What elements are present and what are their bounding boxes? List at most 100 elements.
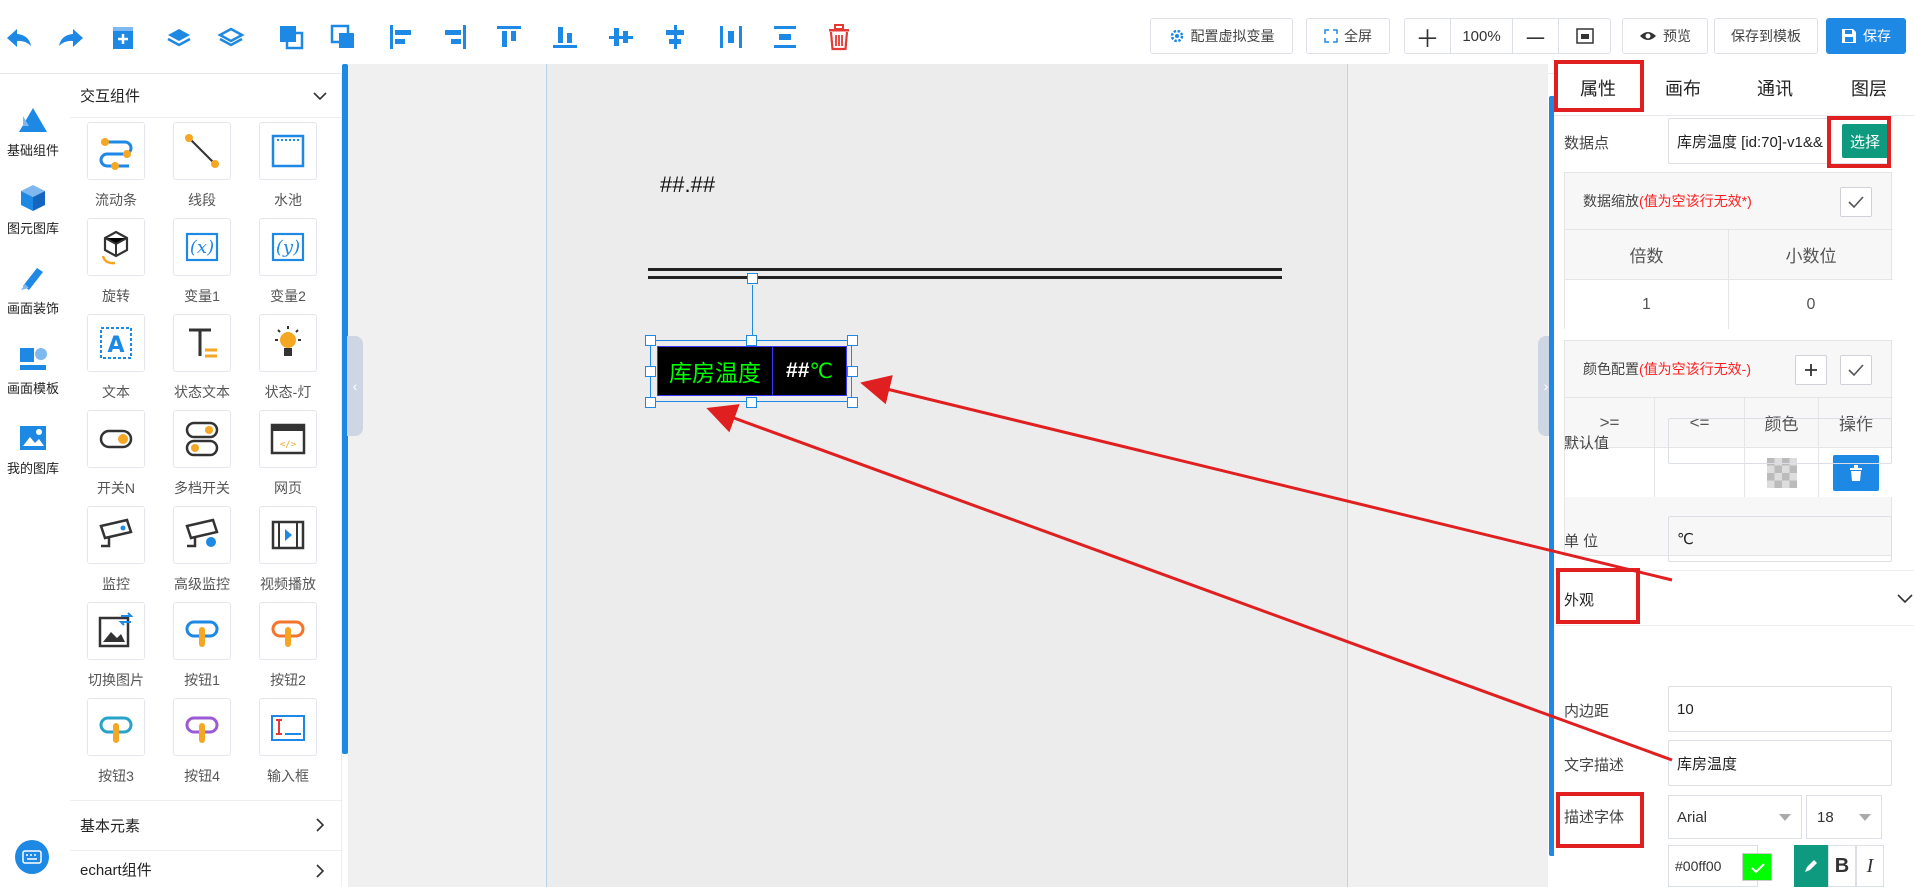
component-text[interactable]: A 文本 (73, 314, 159, 408)
component-multi-switch[interactable]: 多档开关 (159, 410, 245, 504)
fullscreen-button[interactable]: 全屏 (1306, 18, 1390, 54)
component-label: 水池 (274, 192, 302, 208)
decimals-cell[interactable]: 0 (1729, 279, 1893, 329)
resize-handle-bottom-left[interactable] (645, 397, 656, 408)
chevron-left-icon: ‹ (352, 378, 358, 394)
component-switch-image[interactable]: 切换图片 (73, 602, 159, 696)
scaling-confirm-button[interactable] (1840, 187, 1872, 217)
component-status-text[interactable]: 状态文本 (159, 314, 245, 408)
component-panel: 交互组件 流动条 线段 水池 旋转 (x) 变量1 (y) 变量2 A 文本 状… (70, 74, 342, 887)
align-top-icon[interactable] (492, 18, 526, 56)
color-config-note: (值为空该行无效-) (1639, 361, 1751, 377)
caret-down-icon (1779, 814, 1791, 821)
category-my-library[interactable]: 我的图库 (0, 422, 66, 477)
component-label: 多档开关 (174, 480, 230, 496)
scaling-value-row: 1 0 (1565, 279, 1893, 329)
align-left-icon[interactable] (384, 18, 418, 56)
tab-canvas[interactable]: 画布 (1640, 60, 1726, 116)
multiplier-cell[interactable]: 1 (1565, 279, 1729, 329)
component-variable-1[interactable]: (x) 变量1 (159, 218, 245, 312)
category-primitive-library[interactable]: 图元图库 (0, 182, 66, 237)
align-center-icon[interactable] (658, 18, 692, 56)
component-variable-2[interactable]: (y) 变量2 (245, 218, 331, 312)
align-bottom-icon[interactable] (548, 18, 582, 56)
component-button-4[interactable]: 按钮4 (159, 698, 245, 792)
flow-bar-icon (99, 138, 133, 170)
keyboard-icon[interactable] (15, 840, 49, 874)
component-button-2[interactable]: 按钮2 (245, 602, 331, 696)
canvas-line-bottom[interactable] (648, 276, 1282, 279)
fit-window-button[interactable] (1559, 19, 1610, 53)
echart-components-section[interactable]: echart组件 (70, 850, 342, 887)
interactive-components-header[interactable]: 交互组件 (70, 74, 342, 118)
header-multiplier: 倍数 (1565, 229, 1729, 279)
align-right-icon[interactable] (438, 18, 472, 56)
component-line-segment[interactable]: 线段 (159, 122, 245, 216)
resize-handle-left[interactable] (645, 366, 656, 377)
component-button-1[interactable]: 按钮1 (159, 602, 245, 696)
component-video-player[interactable]: 视频播放 (245, 506, 331, 600)
save-button[interactable]: 保存 (1826, 18, 1906, 54)
section-title: echart组件 (80, 861, 152, 879)
preview-button[interactable]: 预览 (1622, 18, 1708, 54)
resize-handle-bottom[interactable] (746, 397, 757, 408)
basic-elements-section[interactable]: 基本元素 (70, 800, 342, 850)
delete-icon[interactable] (822, 18, 856, 56)
zoom-in-button[interactable]: ＋ (1405, 19, 1451, 53)
color-config-confirm-button[interactable] (1840, 355, 1872, 385)
component-flow-bar[interactable]: 流动条 (73, 122, 159, 216)
canvas-text-placeholder[interactable]: ##.## (660, 172, 715, 198)
bring-to-front-icon[interactable] (274, 18, 308, 56)
component-label: 状态文本 (174, 384, 230, 400)
status-text-icon (189, 328, 217, 358)
component-switch-n[interactable]: 开关N (73, 410, 159, 504)
component-input-box[interactable]: 输入框 (245, 698, 331, 792)
text-color-button[interactable] (1794, 845, 1828, 887)
add-page-icon[interactable] (106, 18, 140, 56)
header-decimals: 小数位 (1729, 229, 1893, 279)
distribute-horizontal-icon[interactable] (714, 18, 748, 56)
italic-button[interactable]: I (1856, 845, 1884, 887)
component-webpage[interactable]: </> 网页 (245, 410, 331, 504)
padding-field[interactable]: 10 (1668, 686, 1892, 732)
virtual-variable-button[interactable]: 配置虚拟变量 (1150, 18, 1293, 54)
component-monitor[interactable]: 监控 (73, 506, 159, 600)
send-backward-icon[interactable] (214, 18, 248, 56)
component-rotate[interactable]: 旋转 (73, 218, 159, 312)
distribute-vertical-icon[interactable] (768, 18, 802, 56)
tab-layers[interactable]: 图层 (1824, 60, 1914, 116)
add-color-rule-button[interactable] (1795, 355, 1827, 385)
send-to-back-icon[interactable] (326, 18, 360, 56)
collapse-left-panel-button[interactable]: ‹ (347, 336, 363, 436)
component-button-3[interactable]: 按钮3 (73, 698, 159, 792)
redo-icon[interactable] (54, 18, 88, 56)
resize-handle-top-left[interactable] (645, 335, 656, 346)
canvas-line-top[interactable] (648, 268, 1282, 271)
component-status-light[interactable]: 状态-灯 (245, 314, 331, 408)
resize-handle-top-right[interactable] (847, 335, 858, 346)
camera-icon (99, 518, 133, 548)
component-label: 按钮2 (270, 672, 306, 688)
category-basic-components[interactable]: 基础组件 (0, 104, 66, 159)
component-water-tank[interactable]: 水池 (245, 122, 331, 216)
resize-handle-right[interactable] (847, 366, 858, 377)
rotate-handle[interactable] (747, 273, 758, 284)
text-description-field[interactable]: 库房温度 (1668, 740, 1892, 786)
bold-button[interactable]: B (1828, 845, 1856, 887)
resize-handle-bottom-right[interactable] (847, 397, 858, 408)
category-templates[interactable]: 画面模板 (0, 342, 66, 397)
unit-field[interactable]: ℃ (1668, 516, 1892, 562)
align-middle-icon[interactable] (604, 18, 638, 56)
component-advanced-monitor[interactable]: 高级监控 (159, 506, 245, 600)
zoom-out-button[interactable]: － (1513, 19, 1559, 53)
category-decoration[interactable]: 画面装饰 (0, 262, 66, 317)
default-value-field[interactable] (1668, 418, 1892, 464)
font-size-select[interactable]: 18 (1806, 795, 1882, 839)
undo-icon[interactable] (2, 18, 36, 56)
save-template-button[interactable]: 保存到模板 (1714, 18, 1818, 54)
resize-handle-top[interactable] (746, 335, 757, 346)
font-color-swatch[interactable] (1742, 853, 1772, 881)
font-family-select[interactable]: Arial (1668, 795, 1802, 839)
bring-forward-icon[interactable] (162, 18, 196, 56)
tab-communication[interactable]: 通讯 (1726, 60, 1824, 116)
